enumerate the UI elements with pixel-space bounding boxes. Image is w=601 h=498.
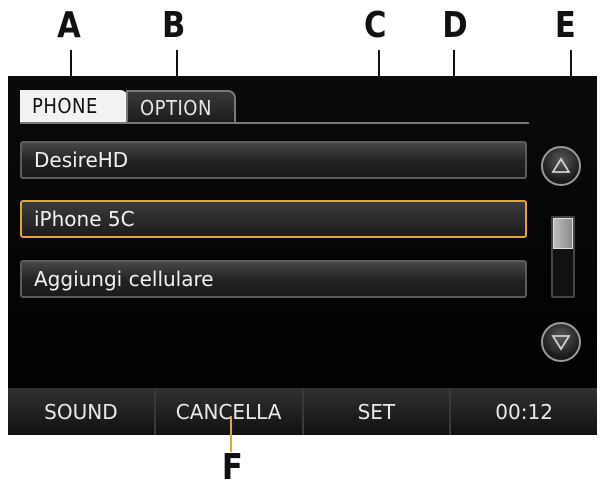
callout-f: F: [221, 447, 243, 488]
clock-display: 00:12: [451, 389, 597, 435]
device-item-iphone-5c[interactable]: iPhone 5C: [20, 200, 527, 238]
scrollbar-track[interactable]: [551, 216, 575, 298]
scroll-down-button[interactable]: [541, 322, 581, 362]
tab-phone[interactable]: PHONE: [20, 90, 128, 122]
callout-d: D: [442, 5, 468, 46]
callout-e: E: [554, 5, 576, 46]
leader-line-f: [230, 416, 232, 452]
device-item-add-phone[interactable]: Aggiungi cellulare: [20, 260, 527, 298]
sound-button[interactable]: SOUND: [8, 389, 156, 435]
scroll-up-button[interactable]: [541, 146, 581, 186]
tab-option[interactable]: OPTION: [126, 90, 236, 122]
callout-c: C: [363, 5, 387, 46]
scrollbar-thumb[interactable]: [553, 218, 573, 249]
bottom-bar: SOUND CANCELLA SET 00:12: [8, 388, 597, 435]
callout-a: A: [57, 5, 81, 46]
phone-screen: PHONE OPTION DesireHD iPhone 5C Aggiungi…: [8, 76, 597, 435]
callout-b: B: [162, 5, 186, 46]
tab-divider: [20, 122, 529, 124]
triangle-up-icon: [551, 157, 571, 173]
device-item-desirehd[interactable]: DesireHD: [20, 141, 527, 179]
set-button[interactable]: SET: [303, 389, 452, 435]
triangle-down-icon: [551, 335, 571, 351]
